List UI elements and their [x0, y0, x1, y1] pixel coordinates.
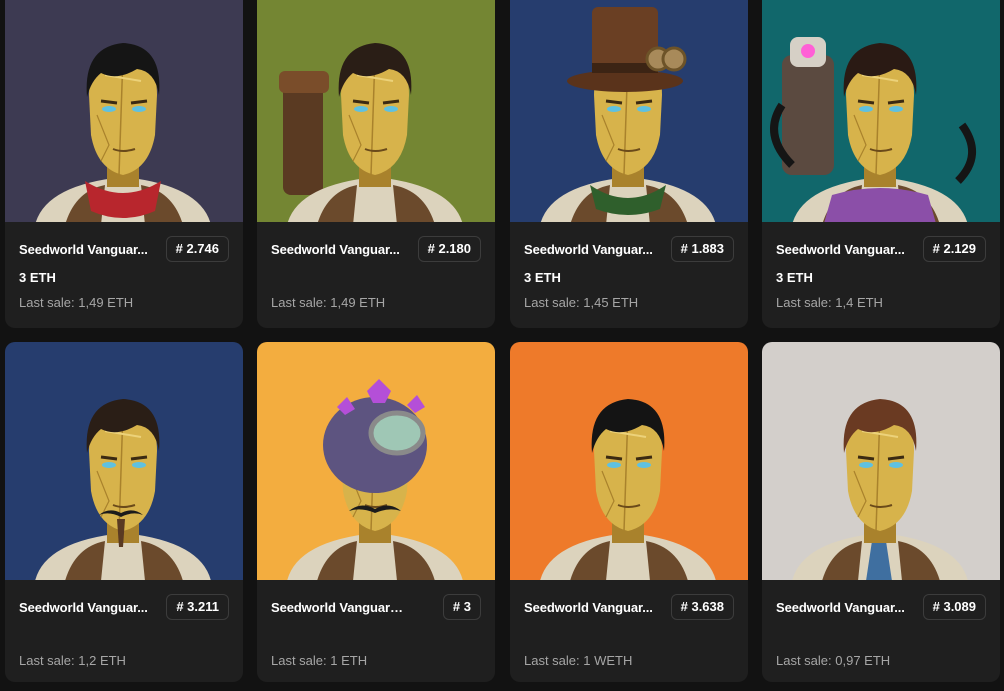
nft-info: Seedworld Vanguar... # 2.180 Last sale: … [257, 222, 495, 328]
portrait-art [257, 0, 495, 222]
title-row: Seedworld Vanguar... # 2.746 [19, 236, 229, 262]
nft-name[interactable]: Seedworld Vanguar... [271, 242, 400, 257]
nft-grid: Seedworld Vanguar... # 2.746 3 ETH Last … [0, 0, 1004, 691]
nft-info: Seedworld Vanguar... # 3.638 Last sale: … [510, 580, 748, 682]
nft-card[interactable]: Seedworld Vanguar... # 2.129 3 ETH Last … [762, 0, 1000, 328]
nft-price: 3 ETH [776, 270, 813, 285]
nft-info: Seedworld Vanguar... # 2.129 3 ETH Last … [762, 222, 1000, 328]
nft-image[interactable] [5, 342, 243, 580]
nft-name[interactable]: Seedworld Vanguar... [19, 242, 148, 257]
nft-card[interactable]: Seedworld Vanguar... # 1.883 3 ETH Last … [510, 0, 748, 328]
nft-name[interactable]: Seedworld Vanguar... [524, 600, 653, 615]
token-id-badge: # 3 [442, 594, 481, 620]
nft-image[interactable] [510, 0, 748, 222]
nft-card[interactable]: Seedworld Vanguar... # 2.746 3 ETH Last … [5, 0, 243, 328]
portrait-art [510, 0, 748, 222]
portrait-art [5, 0, 243, 222]
portrait-art [510, 342, 748, 580]
last-sale: Last sale: 1,49 ETH [271, 295, 386, 310]
nft-info: Seedworld Vanguard #3... # 3 Last sale: … [257, 580, 495, 682]
nft-image[interactable] [257, 342, 495, 580]
token-id-badge: # 1.883 [670, 236, 734, 262]
nft-info: Seedworld Vanguar... # 3.211 Last sale: … [5, 580, 243, 682]
token-id-badge: # 2.746 [165, 236, 229, 262]
title-row: Seedworld Vanguar... # 3.089 [776, 594, 986, 620]
nft-info: Seedworld Vanguar... # 2.746 3 ETH Last … [5, 222, 243, 328]
nft-price: 3 ETH [19, 270, 56, 285]
nft-card[interactable]: Seedworld Vanguar... # 3.211 Last sale: … [5, 342, 243, 682]
nft-name[interactable]: Seedworld Vanguard #3... [271, 600, 407, 615]
last-sale: Last sale: 1 WETH [524, 653, 633, 668]
nft-name[interactable]: Seedworld Vanguar... [776, 242, 905, 257]
nft-info: Seedworld Vanguar... # 3.089 Last sale: … [762, 580, 1000, 682]
last-sale: Last sale: 0,97 ETH [776, 653, 891, 668]
last-sale: Last sale: 1,45 ETH [524, 295, 639, 310]
last-sale: Last sale: 1,4 ETH [776, 295, 883, 310]
title-row: Seedworld Vanguar... # 1.883 [524, 236, 734, 262]
title-row: Seedworld Vanguar... # 3.638 [524, 594, 734, 620]
portrait-art [762, 0, 1000, 222]
token-id-badge: # 3.638 [670, 594, 734, 620]
token-id-badge: # 2.129 [922, 236, 986, 262]
nft-image[interactable] [762, 342, 1000, 580]
portrait-art [762, 342, 1000, 580]
nft-card[interactable]: Seedworld Vanguar... # 3.638 Last sale: … [510, 342, 748, 682]
title-row: Seedworld Vanguar... # 2.129 [776, 236, 986, 262]
nft-info: Seedworld Vanguar... # 1.883 3 ETH Last … [510, 222, 748, 328]
nft-name[interactable]: Seedworld Vanguar... [524, 242, 653, 257]
token-id-badge: # 3.089 [922, 594, 986, 620]
last-sale: Last sale: 1,2 ETH [19, 653, 126, 668]
portrait-art [5, 342, 243, 580]
nft-image[interactable] [5, 0, 243, 222]
nft-card[interactable]: Seedworld Vanguar... # 3.089 Last sale: … [762, 342, 1000, 682]
nft-price: 3 ETH [524, 270, 561, 285]
nft-name[interactable]: Seedworld Vanguar... [19, 600, 148, 615]
last-sale: Last sale: 1 ETH [271, 653, 368, 668]
token-id-badge: # 3.211 [166, 594, 229, 620]
last-sale: Last sale: 1,49 ETH [19, 295, 134, 310]
nft-image[interactable] [762, 0, 1000, 222]
title-row: Seedworld Vanguar... # 2.180 [271, 236, 481, 262]
title-row: Seedworld Vanguar... # 3.211 [19, 594, 229, 620]
token-id-badge: # 2.180 [417, 236, 481, 262]
nft-card[interactable]: Seedworld Vanguar... # 2.180 Last sale: … [257, 0, 495, 328]
nft-name[interactable]: Seedworld Vanguar... [776, 600, 905, 615]
nft-image[interactable] [510, 342, 748, 580]
nft-image[interactable] [257, 0, 495, 222]
portrait-art [257, 342, 495, 580]
nft-card[interactable]: Seedworld Vanguard #3... # 3 Last sale: … [257, 342, 495, 682]
title-row: Seedworld Vanguard #3... # 3 [271, 594, 481, 620]
